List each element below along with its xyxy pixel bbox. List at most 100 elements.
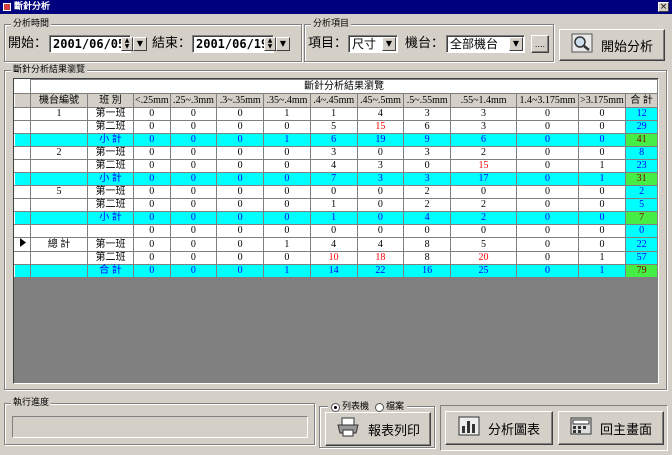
value-cell[interactable]: 0 [450,224,518,238]
value-cell[interactable]: 5 [309,120,358,134]
column-header[interactable]: .35~.4mm [263,93,311,108]
value-cell[interactable]: 0 [169,185,218,199]
row-indicator[interactable] [14,172,32,186]
table-row[interactable]: 第二班 0 0 0 0 5 15 6 3 0 0 29 [14,120,658,134]
shift-cell[interactable]: 合 計 [86,264,135,278]
start-date-dropdown[interactable]: ▼ [133,37,147,51]
row-indicator[interactable] [14,211,32,225]
machine-cell[interactable] [30,224,88,238]
value-cell[interactable]: 19 [356,133,405,147]
value-cell[interactable]: 3 [403,107,452,121]
table-row[interactable]: 第二班 0 0 0 0 10 18 8 20 0 1 57 [14,251,658,265]
value-cell[interactable]: 0 [169,107,218,121]
value-cell[interactable]: 0 [133,159,171,173]
value-cell[interactable]: 0 [133,198,171,212]
total-cell[interactable]: 29 [625,120,658,134]
shift-cell[interactable]: 第二班 [86,251,135,265]
value-cell[interactable]: 0 [516,198,579,212]
value-cell[interactable]: 0 [216,251,265,265]
value-cell[interactable]: 0 [516,264,579,278]
value-cell[interactable]: 0 [263,251,311,265]
shift-cell[interactable]: 第一班 [86,146,135,160]
value-cell[interactable]: 0 [216,264,265,278]
shift-cell[interactable] [86,224,135,238]
value-cell[interactable]: 3 [403,146,452,160]
value-cell[interactable]: 0 [263,172,311,186]
value-cell[interactable]: 22 [356,264,405,278]
table-row[interactable]: 00000000000 [14,224,658,238]
value-cell[interactable]: 20 [450,251,518,265]
value-cell[interactable]: 2 [403,185,452,199]
column-header[interactable]: .45~.5mm [356,93,405,108]
value-cell[interactable]: 4 [309,159,358,173]
value-cell[interactable]: 6 [309,133,358,147]
table-row[interactable]: 2 第一班 0 0 0 0 3 0 3 2 0 0 8 [14,146,658,160]
table-row[interactable]: 第二班 0 0 0 0 1 0 2 2 0 0 5 [14,198,658,212]
value-cell[interactable]: 0 [133,185,171,199]
table-row[interactable]: 1 第一班 0 0 0 1 1 4 3 3 0 0 12 [14,107,658,121]
value-cell[interactable]: 17 [450,172,518,186]
value-cell[interactable]: 0 [516,133,579,147]
value-cell[interactable]: 0 [133,120,171,134]
value-cell[interactable]: 0 [169,172,218,186]
value-cell[interactable]: 0 [216,120,265,134]
value-cell[interactable]: 0 [216,146,265,160]
value-cell[interactable]: 0 [516,251,579,265]
subtotal-row[interactable]: 小 計00001042007 [14,211,658,225]
value-cell[interactable]: 0 [216,198,265,212]
machine-cell[interactable]: 1 [30,107,88,121]
value-cell[interactable]: 0 [263,211,311,225]
value-cell[interactable]: 8 [403,251,452,265]
value-cell[interactable]: 0 [356,185,405,199]
value-cell[interactable]: 0 [516,120,579,134]
shift-cell[interactable]: 第一班 [86,107,135,121]
spin-down-icon[interactable]: ▼ [122,44,132,50]
column-header[interactable]: 合 計 [625,93,658,108]
value-cell[interactable]: 0 [133,264,171,278]
machine-dropdown-button[interactable]: ▼ [509,37,523,51]
machine-cell[interactable]: 總 計 [30,237,88,252]
value-cell[interactable]: 0 [263,198,311,212]
value-cell[interactable]: 3 [403,172,452,186]
machine-ellipsis-button[interactable]: .... [531,35,549,53]
row-indicator[interactable] [14,107,32,121]
shift-cell[interactable]: 第一班 [86,185,135,199]
value-cell[interactable]: 0 [356,198,405,212]
value-cell[interactable]: 0 [516,237,579,252]
total-cell[interactable]: 2 [625,185,658,199]
value-cell[interactable]: 0 [216,159,265,173]
shift-cell[interactable]: 第二班 [86,198,135,212]
row-indicator[interactable] [14,146,32,160]
column-header[interactable]: .5~.55mm [403,93,452,108]
value-cell[interactable]: 0 [577,107,627,121]
shift-cell[interactable]: 第一班 [86,237,135,252]
value-cell[interactable]: 0 [577,146,627,160]
value-cell[interactable]: 0 [169,133,218,147]
column-header[interactable]: .3~.35mm [216,93,265,108]
value-cell[interactable]: 5 [450,237,518,252]
column-header[interactable]: >3.175mm [577,93,627,108]
row-indicator[interactable] [14,159,32,173]
value-cell[interactable]: 4 [356,107,405,121]
column-header[interactable]: 1.4~3.175mm [516,93,579,108]
value-cell[interactable]: 4 [356,237,405,252]
machine-cell[interactable] [30,211,88,225]
value-cell[interactable]: 0 [577,198,627,212]
value-cell[interactable]: 0 [169,264,218,278]
column-header[interactable]: .4~.45mm [309,93,358,108]
machine-cell[interactable]: 5 [30,185,88,199]
shift-cell[interactable]: 小 計 [86,172,135,186]
row-pointer-icon[interactable] [14,237,32,252]
value-cell[interactable]: 0 [216,224,265,238]
value-cell[interactable]: 0 [133,146,171,160]
value-cell[interactable]: 1 [577,159,627,173]
machine-cell[interactable] [30,251,88,265]
value-cell[interactable]: 4 [403,211,452,225]
value-cell[interactable]: 2 [450,211,518,225]
value-cell[interactable]: 0 [516,185,579,199]
row-indicator[interactable] [14,185,32,199]
value-cell[interactable]: 1 [309,107,358,121]
value-cell[interactable]: 2 [450,198,518,212]
value-cell[interactable]: 6 [450,133,518,147]
value-cell[interactable]: 0 [169,120,218,134]
